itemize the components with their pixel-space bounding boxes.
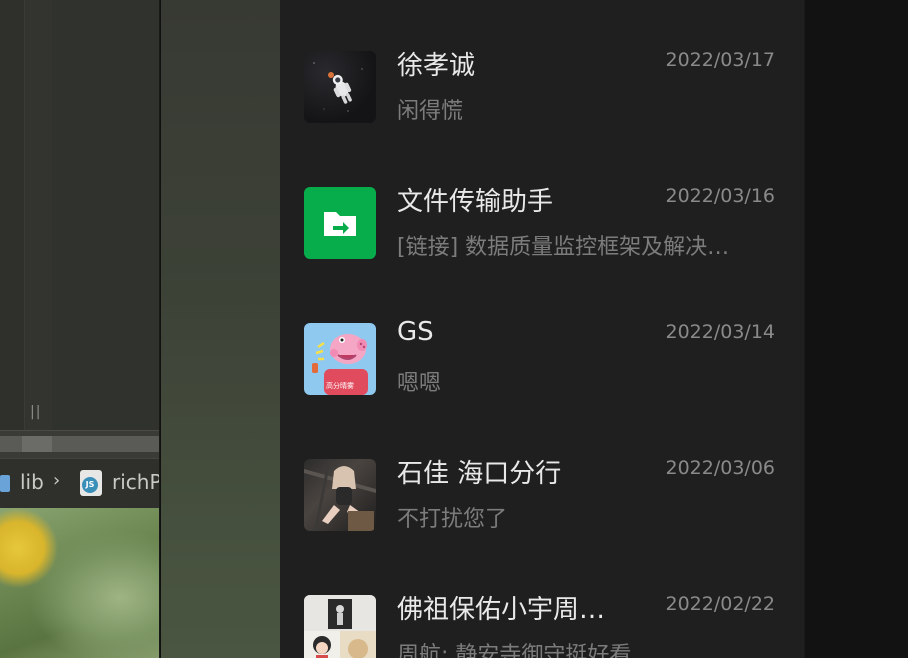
peppa-avatar: 高分晴雾 <box>304 323 376 395</box>
chat-preview: 不打扰您了 <box>397 507 508 532</box>
chat-list-item[interactable]: 佛祖保佑小宇周… 2022/02/22 周航: 静安寺御守挺好看 <box>280 544 804 658</box>
person-photo-icon <box>304 459 376 531</box>
ide-gutter <box>0 0 24 430</box>
desktop-wallpaper-photo <box>0 508 160 658</box>
screen: || lib › JS richP 徐孝诚 2022/03/17 闲得慌 文件传… <box>0 0 908 658</box>
chat-date: 2022/03/17 <box>665 49 775 71</box>
chat-preview: 嗯嗯 <box>397 371 442 396</box>
ide-editor-pane <box>52 0 160 430</box>
avatar-caption: 高分晴雾 <box>326 382 354 390</box>
chat-app-sidebar <box>161 0 280 658</box>
breadcrumb-folder[interactable]: lib <box>20 470 44 494</box>
chat-list-item[interactable]: 徐孝诚 2022/03/17 闲得慌 <box>280 0 804 136</box>
collage-avatar <box>304 595 376 658</box>
chat-date: 2022/03/06 <box>665 457 775 479</box>
chat-name: GS <box>397 317 434 347</box>
js-file-icon: JS <box>80 470 102 496</box>
chat-list-item[interactable]: 文件传输助手 2022/03/16 [链接] 数据质量监控框架及解决… <box>280 136 804 272</box>
file-transfer-avatar <box>304 187 376 259</box>
ide-side-panel <box>24 0 54 430</box>
window-divider <box>159 0 160 658</box>
chat-detail-pane <box>804 0 908 658</box>
panel-resize-grip-icon[interactable]: || <box>30 404 41 420</box>
chat-date: 2022/03/14 <box>665 321 775 343</box>
horizontal-scrollbar-thumb[interactable] <box>22 436 52 452</box>
chat-date: 2022/03/16 <box>665 185 775 207</box>
js-file-icon-label: JS <box>82 477 98 493</box>
breadcrumb-separator-icon: › <box>53 470 61 491</box>
file-transfer-icon <box>324 212 356 236</box>
chat-preview: [链接] 数据质量监控框架及解决… <box>397 235 730 260</box>
chat-preview: 周航: 静安寺御守挺好看 <box>397 643 632 658</box>
chat-name: 徐孝诚 <box>397 51 476 81</box>
ide-window-fragment: || lib › JS richP <box>0 0 160 658</box>
photo-avatar <box>304 459 376 531</box>
astronaut-avatar <box>304 51 376 123</box>
chat-list-item[interactable]: 石佳 海口分行 2022/03/06 不打扰您了 <box>280 408 804 544</box>
chat-name: 文件传输助手 <box>397 187 554 217</box>
astronaut-icon <box>313 62 363 112</box>
chat-name: 佛祖保佑小宇周… <box>397 595 606 625</box>
chat-preview: 闲得慌 <box>397 99 464 124</box>
folder-icon <box>0 475 10 492</box>
group-collage-icon <box>304 595 376 658</box>
breadcrumb-file[interactable]: richP <box>112 470 160 494</box>
chat-date: 2022/02/22 <box>665 593 775 615</box>
chat-list[interactable]: 徐孝诚 2022/03/17 闲得慌 文件传输助手 2022/03/16 [链接… <box>280 0 804 658</box>
chat-list-item[interactable]: 高分晴雾 GS 2022/03/14 嗯嗯 <box>280 272 804 408</box>
chat-name: 石佳 海口分行 <box>397 459 562 489</box>
